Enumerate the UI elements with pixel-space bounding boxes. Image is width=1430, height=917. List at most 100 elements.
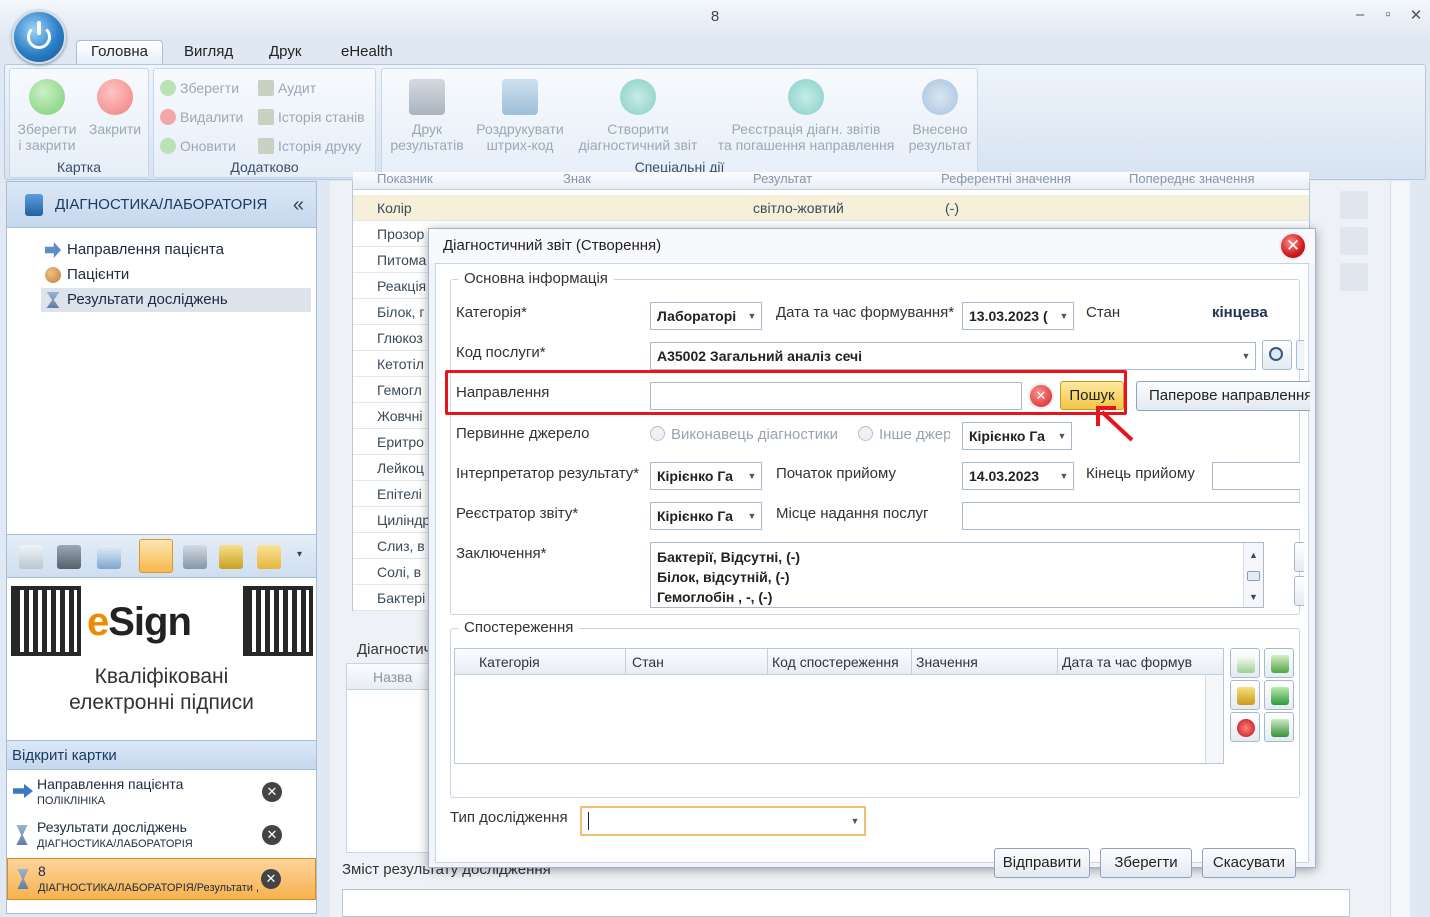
hourglass-icon	[16, 825, 28, 845]
interpreter-select[interactable]: Кірієнко Га ▼	[650, 462, 762, 490]
hourglass-icon	[46, 292, 60, 308]
conclusion-textarea[interactable]: Бактерії, Відсутні, (-) Білок, відсутній…	[650, 542, 1264, 608]
start-date-select[interactable]: 14.03.2023 ▼	[962, 462, 1074, 490]
documents-icon[interactable]	[183, 545, 207, 569]
radio-icon	[858, 426, 873, 441]
extra-button[interactable]	[1296, 340, 1304, 370]
service-select[interactable]: A35002 Загальний аналіз сечі ▼	[650, 342, 1256, 370]
caduceus-icon[interactable]	[139, 539, 173, 573]
link-button[interactable]	[1264, 680, 1294, 710]
conclusion-tool-button[interactable]	[1294, 576, 1304, 606]
calendar-icon[interactable]	[97, 545, 121, 569]
study-type-select[interactable]: ▼	[580, 806, 866, 836]
source-radio-other[interactable]: Інше джер	[858, 426, 950, 443]
close-icon[interactable]: ✕	[262, 782, 282, 802]
close-window-button[interactable]: ✕	[1404, 6, 1428, 28]
open-card-referrals[interactable]: Направлення пацієнта ПОЛІКЛІНІКА ✕	[7, 772, 316, 814]
register-reports-button[interactable]: Реєстрація діагн. звітів та погашення на…	[708, 79, 904, 153]
group-kartka: Зберегти і закрити Закрити Картка	[9, 68, 149, 178]
sidebar: ДІАГНОСТИКА/ЛАБОРАТОРІЯ « Направлення па…	[6, 181, 317, 914]
chevron-down-icon: ▼	[1055, 463, 1073, 489]
datetime-label: Дата та час формування*	[776, 304, 955, 321]
table-view-button[interactable]	[1264, 712, 1294, 742]
state-history-button[interactable]: Історія станів	[258, 106, 365, 128]
datetime-select[interactable]: 13.03.2023 (▼	[962, 302, 1074, 330]
refresh-button[interactable]: Оновити	[160, 135, 236, 157]
service-search-button[interactable]	[1262, 340, 1292, 370]
cancel-button[interactable]: Скасувати	[1202, 848, 1296, 878]
end-date-input[interactable]	[1212, 462, 1300, 490]
tools-icon	[1271, 655, 1289, 673]
sidebar-item-results[interactable]: Результати досліджень	[41, 288, 311, 312]
caduceus-icon	[25, 194, 43, 216]
result-content-input[interactable]	[342, 889, 1350, 917]
paper-referral-button[interactable]: Паперове направлення	[1136, 381, 1310, 411]
hospital-icon[interactable]	[19, 545, 43, 569]
create-report-button[interactable]: Створити діагностичний звіт	[572, 79, 704, 153]
diagnostic-report-dialog: Діагностичний звіт (Створення) ✕ Основна…	[428, 228, 1316, 878]
history-icon	[258, 109, 274, 125]
minimize-button[interactable]: –	[1348, 6, 1372, 28]
close-icon	[97, 79, 133, 115]
highlight-box	[445, 370, 1127, 415]
app-menu-button[interactable]	[12, 10, 66, 64]
sidebar-item-referrals[interactable]: Направлення пацієнта	[41, 238, 224, 262]
conclusion-tool-button[interactable]	[1294, 542, 1304, 572]
main-scrollbar[interactable]	[1390, 181, 1410, 917]
study-type-label: Тип дослідження	[450, 809, 568, 826]
refresh-icon	[160, 138, 176, 154]
print-barcode-button[interactable]: Роздрукувати штрих-код	[472, 79, 568, 153]
place-input[interactable]	[962, 502, 1300, 530]
group-label-kartka: Картка	[56, 159, 102, 175]
tab-druk[interactable]: Друк	[255, 41, 315, 65]
table-row[interactable]: Колір світло-жовтий (-)	[353, 195, 1309, 221]
sidebar-item-patients[interactable]: Пацієнти	[41, 263, 129, 287]
tool-button[interactable]	[1340, 263, 1368, 291]
save-icon	[160, 80, 176, 96]
remove-observation-button[interactable]	[1230, 712, 1260, 742]
maximize-button[interactable]: ▫	[1376, 6, 1400, 28]
close-card-button[interactable]: Закрити	[84, 79, 146, 137]
window-title: 8	[710, 8, 720, 25]
settings-tool-button[interactable]	[1264, 648, 1294, 678]
add-observation-button[interactable]	[1230, 648, 1260, 678]
close-icon[interactable]: ✕	[261, 869, 281, 889]
flask-icon	[922, 79, 958, 115]
qr-code-icon	[11, 586, 81, 656]
esign-banner[interactable]: eSign Кваліфіковані електронні підписи	[7, 580, 316, 730]
open-card-results[interactable]: Результати досліджень ДІАГНОСТИКА/ЛАБОРА…	[7, 815, 316, 857]
save-small-button[interactable]: Зберегти	[160, 77, 239, 99]
print-history-button[interactable]: Історія друку	[258, 135, 361, 157]
tab-golovna[interactable]: Головна	[76, 40, 163, 64]
open-card-current[interactable]: 8 ДІАГНОСТИКА/ЛАБОРАТОРІЯ/Результати , ✕	[7, 858, 316, 900]
send-button[interactable]: Відправити	[994, 848, 1090, 878]
source-radio-executor[interactable]: Виконавець діагностики	[650, 426, 838, 443]
tab-ehealth[interactable]: eHealth	[327, 41, 407, 65]
entered-result-button[interactable]: Внесено результат	[906, 79, 974, 153]
save-close-button[interactable]: Зберегти і закрити	[14, 79, 80, 153]
delete-button[interactable]: Видалити	[160, 106, 243, 128]
book-button[interactable]	[1230, 680, 1260, 710]
tool-button[interactable]	[1340, 227, 1368, 255]
service-label: Код послуги*	[456, 344, 546, 361]
source-person-select[interactable]: Кірієнко Га ▼	[962, 422, 1072, 450]
registrar-select[interactable]: Кірієнко Га ▼	[650, 502, 762, 530]
chevron-down-icon: ▼	[1053, 423, 1071, 449]
collapse-button[interactable]: «	[293, 182, 304, 228]
audit-button[interactable]: Аудит	[258, 77, 316, 99]
esign-text: Кваліфіковані електронні підписи	[69, 665, 254, 714]
group-label-dodatkovo: Додатково	[230, 159, 299, 175]
tab-vyhliad[interactable]: Вигляд	[170, 41, 247, 65]
dialog-close-button[interactable]: ✕	[1279, 232, 1307, 260]
folder-icon[interactable]	[257, 545, 281, 569]
building-icon[interactable]	[57, 545, 81, 569]
conclusion-scrollbar[interactable]: ▲ ▼	[1243, 543, 1263, 607]
observations-scrollbar[interactable]	[1205, 675, 1223, 763]
category-select[interactable]: Лабораторі ▼	[650, 302, 762, 330]
tool-button[interactable]	[1340, 191, 1368, 219]
save-button[interactable]: Зберегти	[1100, 848, 1192, 878]
print-results-button[interactable]: Друк результатів	[386, 79, 468, 153]
folder-book-icon[interactable]	[219, 545, 243, 569]
close-icon[interactable]: ✕	[262, 825, 282, 845]
chevron-down-icon[interactable]: ▾	[297, 549, 302, 560]
